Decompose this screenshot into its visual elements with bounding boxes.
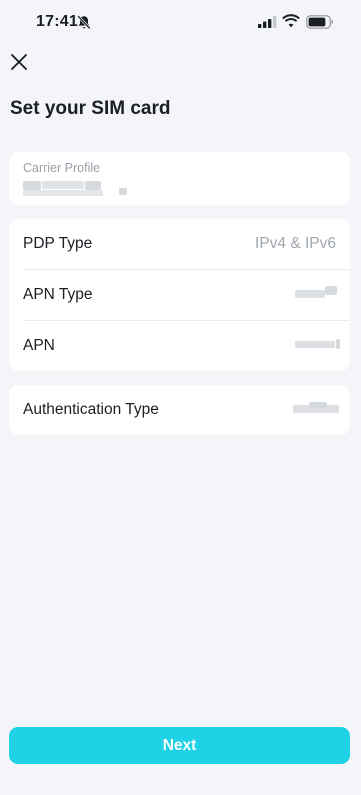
cellular-signal-icon bbox=[258, 16, 277, 28]
status-time: 17:41 bbox=[36, 13, 78, 30]
apn-type-row[interactable]: APN Type bbox=[9, 270, 350, 320]
pdp-type-label: PDP Type bbox=[23, 235, 93, 252]
authentication-type-label: Authentication Type bbox=[23, 401, 159, 418]
carrier-profile-label: Carrier Profile bbox=[23, 161, 101, 175]
pdp-type-value: IPv4 & IPv6 bbox=[255, 235, 336, 252]
redacted-block bbox=[295, 341, 335, 348]
carrier-profile-field[interactable]: Carrier Profile bbox=[9, 152, 350, 205]
redacted-block bbox=[309, 402, 327, 408]
redacted-block bbox=[119, 188, 127, 195]
redacted-block bbox=[336, 339, 340, 349]
redacted-block bbox=[23, 181, 41, 190]
redacted-block bbox=[23, 190, 103, 196]
wifi-icon bbox=[282, 14, 300, 28]
close-icon[interactable] bbox=[8, 51, 30, 73]
next-button[interactable]: Next bbox=[9, 727, 350, 764]
redacted-block bbox=[325, 286, 337, 295]
redacted-block bbox=[85, 181, 101, 190]
apn-type-label: APN Type bbox=[23, 286, 93, 303]
apn-row[interactable]: APN bbox=[9, 321, 350, 371]
apn-settings-card: PDP Type IPv4 & IPv6 APN Type APN bbox=[9, 219, 350, 371]
bell-slash-icon bbox=[77, 15, 91, 30]
page-title: Set your SIM card bbox=[10, 98, 171, 119]
pdp-type-row[interactable]: PDP Type IPv4 & IPv6 bbox=[9, 219, 350, 269]
redacted-block bbox=[42, 181, 84, 189]
authentication-type-row[interactable]: Authentication Type bbox=[9, 385, 350, 435]
status-bar: 17:41 bbox=[0, 0, 361, 46]
apn-label: APN bbox=[23, 337, 55, 354]
redacted-block bbox=[295, 290, 325, 298]
battery-icon bbox=[306, 15, 334, 29]
sim-setup-screen: 17:41 Set your SIM card Carrier Profile … bbox=[0, 0, 361, 795]
